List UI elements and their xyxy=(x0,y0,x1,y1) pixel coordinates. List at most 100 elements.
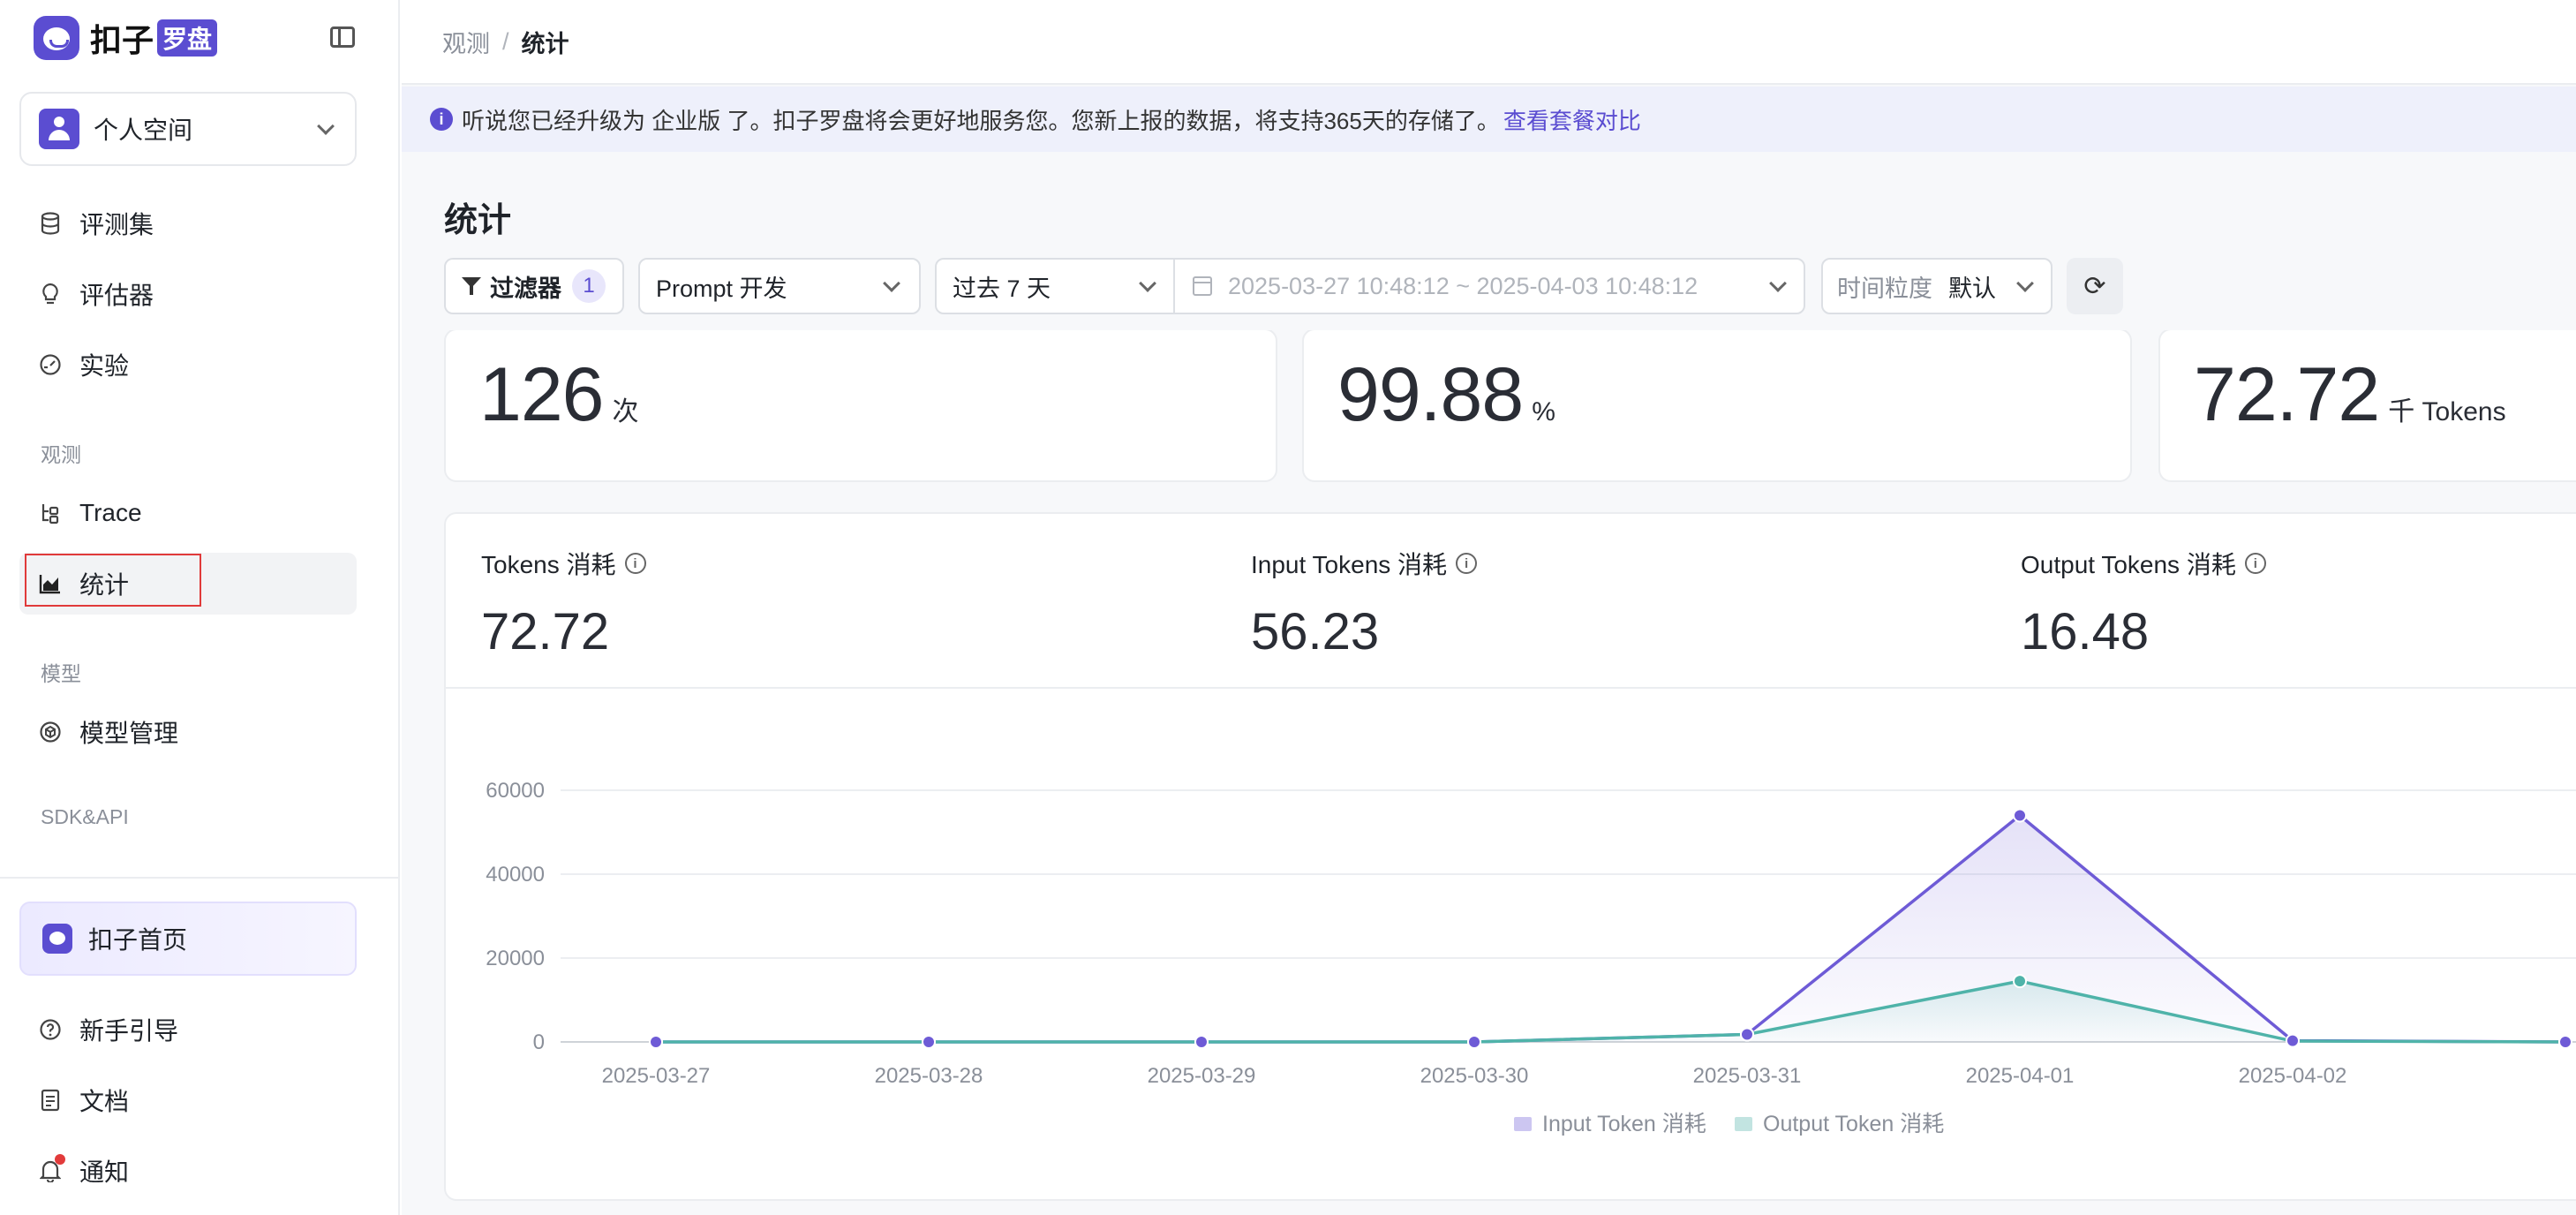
database-icon xyxy=(39,212,62,235)
nav-group-model: 模型 xyxy=(41,662,81,685)
data-point xyxy=(2013,974,2027,989)
chevron-down-icon xyxy=(317,117,335,135)
token-stat-input: Input Tokens 消耗 i 56.23 xyxy=(1251,546,1478,661)
x-tick-label: 2025-03-29 xyxy=(1148,1064,1256,1088)
sidebar-item-model-management[interactable]: 模型管理 xyxy=(19,701,357,763)
sidebar-item-label: 新手引导 xyxy=(79,1017,179,1045)
space-name: 个人空间 xyxy=(94,117,193,144)
data-point xyxy=(1740,1027,1754,1042)
y-tick-label: 60000 xyxy=(486,779,545,803)
coze-logo-icon xyxy=(34,16,79,60)
token-stat-value: 56.23 xyxy=(1251,603,1380,660)
sidebar-item-notifications[interactable]: 通知 xyxy=(19,1140,357,1202)
data-point xyxy=(922,1035,936,1049)
token-stat-output: Output Tokens 消耗 i 16.48 xyxy=(2021,546,2266,661)
breadcrumb-parent[interactable]: 观测 xyxy=(442,25,490,59)
space-selector[interactable]: 个人空间 xyxy=(19,92,357,166)
granularity-label: 时间粒度 xyxy=(1837,275,1932,302)
date-range-picker[interactable]: 2025-03-27 10:48:12 ~ 2025-04-03 10:48:1… xyxy=(1173,258,1805,314)
info-icon: i xyxy=(430,108,453,131)
time-range-select[interactable]: 过去 7 天 xyxy=(935,258,1175,314)
token-stat-total: Tokens 消耗 i 72.72 xyxy=(481,546,646,661)
filter-icon xyxy=(462,275,481,297)
sidebar: 扣子 罗盘 个人空间 评测集 评估器 实验 观测 Trace 统计 模型 模型管… xyxy=(0,0,400,1215)
refresh-button[interactable]: ⟳ xyxy=(2067,258,2123,314)
breadcrumb-current: 统计 xyxy=(521,30,569,57)
coze-home-button[interactable]: 扣子首页 xyxy=(19,902,357,976)
data-point xyxy=(2558,1035,2572,1049)
sidebar-collapse-icon[interactable] xyxy=(330,26,355,48)
data-point xyxy=(1194,1035,1209,1049)
legend-label: Output Token 消耗 xyxy=(1763,1112,1944,1136)
bulb-icon xyxy=(39,283,62,306)
token-stat-label: Input Tokens 消耗 xyxy=(1251,551,1448,578)
nav-group-sdk: SDK&API xyxy=(41,805,129,828)
sidebar-item-experiment[interactable]: 实验 xyxy=(19,334,357,396)
brand-name: 扣子 xyxy=(90,22,154,58)
x-tick-label: 2025-04-01 xyxy=(1966,1064,2075,1088)
sidebar-item-onboarding[interactable]: 新手引导 xyxy=(19,999,357,1060)
sidebar-item-docs[interactable]: 文档 xyxy=(19,1069,357,1131)
token-stat-header: Tokens 消耗 i xyxy=(481,546,646,581)
main-content: 观测 / 统计 i 听说您已经升级为 企业版 了。扣子罗盘将会更好地服务您。您新… xyxy=(402,0,2576,1215)
sidebar-item-label: 评估器 xyxy=(79,282,154,309)
sidebar-item-label: 文档 xyxy=(79,1088,130,1115)
question-icon xyxy=(39,1018,62,1041)
legend-label: Input Token 消耗 xyxy=(1542,1112,1706,1136)
coze-logo-icon xyxy=(42,924,72,954)
x-tick-label: 2025-03-27 xyxy=(602,1064,711,1088)
home-label: 扣子首页 xyxy=(88,926,188,954)
metric-card-tokens: 72.72 千 Tokens xyxy=(2158,328,2576,482)
x-tick-label: 2025-03-28 xyxy=(875,1064,983,1088)
time-range-value: 过去 7 天 xyxy=(953,275,1051,302)
cube-icon xyxy=(39,721,62,743)
metric-value: 126 次 xyxy=(479,351,639,439)
info-icon[interactable]: i xyxy=(1456,553,1478,574)
user-avatar-icon xyxy=(39,109,79,149)
chevron-down-icon xyxy=(1139,275,1156,292)
metric-card-calls: 126 次 xyxy=(444,328,1277,482)
refresh-icon: ⟳ xyxy=(2083,271,2106,301)
date-range-value: 2025-03-27 10:48:12 ~ 2025-04-03 10:48:1… xyxy=(1228,272,1699,299)
filter-button[interactable]: 过滤器 1 xyxy=(444,258,624,314)
sidebar-item-label: 评测集 xyxy=(79,211,154,238)
data-point xyxy=(2013,808,2027,823)
sidebar-item-label: 模型管理 xyxy=(79,720,179,747)
token-stat-label: Output Tokens 消耗 xyxy=(2021,551,2236,578)
upgrade-banner: i 听说您已经升级为 企业版 了。扣子罗盘将会更好地服务您。您新上报的数据，将支… xyxy=(402,87,2576,152)
info-icon[interactable]: i xyxy=(624,553,646,574)
brand-tag: 罗盘 xyxy=(157,19,218,57)
metric-number: 99.88 xyxy=(1337,352,1524,437)
prompt-select[interactable]: Prompt 开发 xyxy=(638,258,921,314)
page-title: 统计 xyxy=(444,202,512,239)
sidebar-item-eval-set[interactable]: 评测集 xyxy=(19,192,357,254)
calendar-icon xyxy=(1193,276,1212,296)
x-tick-label: 2025-04-02 xyxy=(2239,1064,2347,1088)
sidebar-item-label: 通知 xyxy=(79,1158,130,1186)
document-icon xyxy=(39,1089,62,1112)
token-stat-value: 72.72 xyxy=(481,603,610,660)
x-tick-label: 2025-03-30 xyxy=(1420,1064,1529,1088)
bell-icon xyxy=(39,1154,65,1182)
granularity-select[interactable]: 时间粒度 默认 xyxy=(1821,258,2053,314)
data-point xyxy=(2286,1033,2300,1048)
legend-swatch xyxy=(1514,1117,1532,1131)
granularity-value: 默认 xyxy=(1948,275,1996,302)
data-point xyxy=(649,1035,663,1049)
x-tick-label: 2025-03-31 xyxy=(1693,1064,1802,1088)
chevron-down-icon xyxy=(2016,275,2034,292)
gauge-icon xyxy=(39,353,62,376)
y-tick-label: 0 xyxy=(533,1030,545,1054)
legend-swatch xyxy=(1735,1117,1752,1131)
token-stat-header: Output Tokens 消耗 i xyxy=(2021,546,2266,581)
notification-dot xyxy=(55,1154,65,1165)
breadcrumb-separator: / xyxy=(502,27,509,55)
sidebar-item-trace[interactable]: Trace xyxy=(19,482,357,544)
chevron-down-icon xyxy=(883,275,900,292)
info-icon[interactable]: i xyxy=(2244,553,2266,574)
sidebar-item-evaluator[interactable]: 评估器 xyxy=(19,263,357,325)
plan-compare-link[interactable]: 查看套餐对比 xyxy=(1503,103,1641,136)
filter-count-badge: 1 xyxy=(572,269,606,303)
filter-toolbar: 过滤器 1 Prompt 开发 过去 7 天 2025-03-27 10:48:… xyxy=(444,258,2123,314)
brand[interactable]: 扣子 罗盘 xyxy=(34,16,218,60)
